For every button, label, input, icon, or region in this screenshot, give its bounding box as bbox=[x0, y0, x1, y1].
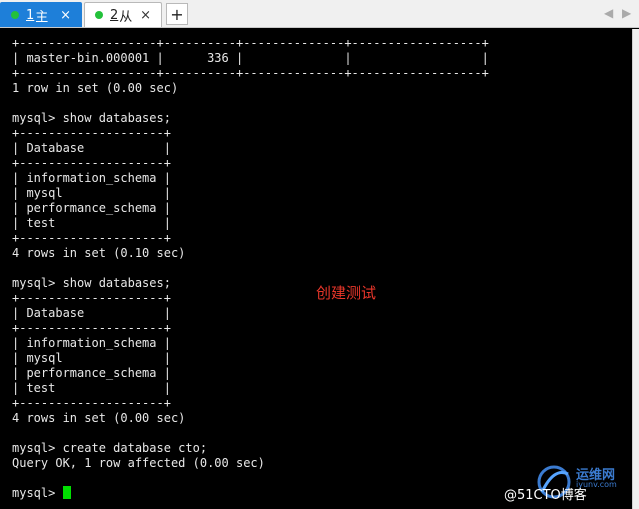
session-tab-bar: 1 主 × 2 从 × + ◀ ▶ bbox=[0, 0, 639, 28]
tab-session-2-number: 2 bbox=[110, 7, 119, 23]
terminal-line: | Database | bbox=[12, 306, 171, 320]
terminal-line: | mysql | bbox=[12, 351, 171, 365]
terminal-line: +-------------------+----------+--------… bbox=[12, 66, 489, 80]
connected-status-icon bbox=[95, 11, 103, 19]
terminal-line: +-------------------+----------+--------… bbox=[12, 36, 489, 50]
terminal-line: +--------------------+ bbox=[12, 156, 171, 170]
close-icon[interactable]: × bbox=[60, 9, 71, 22]
tab-session-1[interactable]: 1 主 × bbox=[0, 2, 82, 27]
terminal-line: mysql> show databases; bbox=[12, 276, 171, 290]
terminal-line: | performance_schema | bbox=[12, 201, 171, 215]
terminal-line: 1 row in set (0.00 sec) bbox=[12, 81, 179, 95]
text-cursor bbox=[62, 486, 71, 499]
terminal-line: +--------------------+ bbox=[12, 231, 171, 245]
close-icon[interactable]: × bbox=[140, 9, 151, 22]
connected-status-icon bbox=[11, 11, 19, 19]
watermark-credit: @51CTO博客 bbox=[504, 488, 587, 503]
terminal-line: +--------------------+ bbox=[12, 396, 171, 410]
terminal-line: +--------------------+ bbox=[12, 126, 171, 140]
terminal-line: +--------------------+ bbox=[12, 291, 171, 305]
terminal-line: mysql> create database cto; bbox=[12, 441, 208, 455]
terminal-line: | test | bbox=[12, 216, 171, 230]
terminal-line: | master-bin.000001 | 336 | | | bbox=[12, 51, 489, 65]
new-tab-button[interactable]: + bbox=[166, 3, 188, 25]
terminal-line: | Database | bbox=[12, 141, 171, 155]
tab-session-1-number: 1 bbox=[26, 7, 35, 23]
terminal-line: | test | bbox=[12, 381, 171, 395]
terminal-scrollbar[interactable] bbox=[632, 29, 639, 509]
tab-session-2-label: 从 bbox=[119, 9, 133, 25]
terminal-prompt: mysql> bbox=[12, 486, 63, 500]
terminal-line: | performance_schema | bbox=[12, 366, 171, 380]
annotation-label: 创建测试 bbox=[316, 284, 377, 302]
terminal-text: +-------------------+----------+--------… bbox=[12, 36, 489, 501]
terminal-line: mysql> show databases; bbox=[12, 111, 171, 125]
terminal-line: | information_schema | bbox=[12, 336, 171, 350]
terminal-line: 4 rows in set (0.10 sec) bbox=[12, 246, 186, 260]
terminal-window: 1 主 × 2 从 × + ◀ ▶ +-------------------+-… bbox=[0, 0, 639, 509]
terminal-line: | information_schema | bbox=[12, 171, 171, 185]
terminal-line: Query OK, 1 row affected (0.00 sec) bbox=[12, 456, 265, 470]
terminal-line: +--------------------+ bbox=[12, 321, 171, 335]
scroll-tabs-left-icon[interactable]: ◀ bbox=[604, 6, 613, 20]
terminal-prompt-line[interactable]: mysql> bbox=[12, 486, 489, 501]
tab-session-2[interactable]: 2 从 × bbox=[84, 2, 162, 27]
terminal-output[interactable]: +-------------------+----------+--------… bbox=[0, 29, 632, 509]
tab-session-1-label: 主 bbox=[35, 9, 49, 25]
terminal-line: | mysql | bbox=[12, 186, 171, 200]
terminal-line: 4 rows in set (0.00 sec) bbox=[12, 411, 186, 425]
watermark: 运维网 iyunv.com @51CTO博客 bbox=[504, 462, 636, 504]
scroll-tabs-right-icon[interactable]: ▶ bbox=[622, 6, 631, 20]
